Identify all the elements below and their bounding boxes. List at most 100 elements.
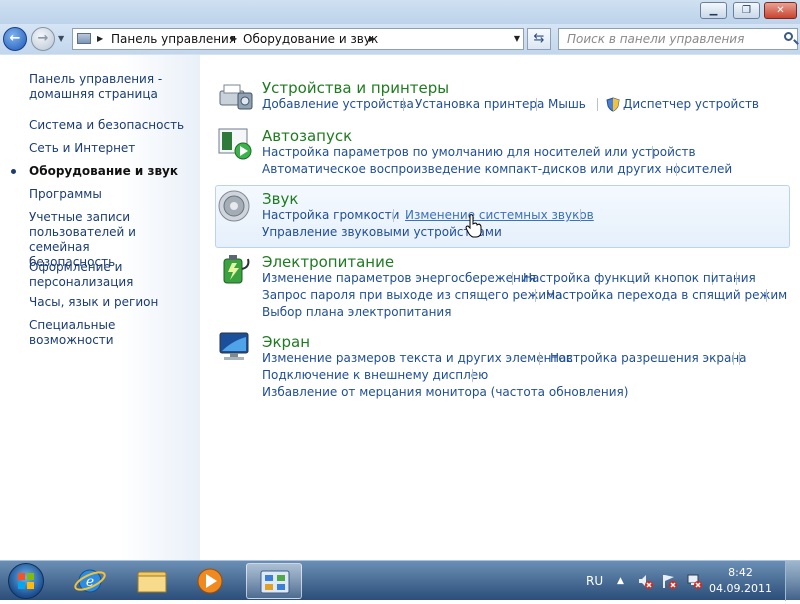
search-placeholder: Поиск в панели управления <box>567 32 745 46</box>
restore-icon: ❐ <box>742 5 751 16</box>
link-install-printer[interactable]: Установка принтера <box>415 97 544 112</box>
sidebar-item-label: пользователей и семейная <box>29 225 136 254</box>
divider <box>393 209 394 222</box>
taskbar-control-panel[interactable] <box>246 563 302 599</box>
taskbar-media-player[interactable] <box>186 563 234 599</box>
divider <box>403 98 404 111</box>
address-bar[interactable]: ▶ Панель управления ▶ Оборудование и зву… <box>72 28 524 50</box>
refresh-icon: ⇆ <box>533 31 545 46</box>
windows-logo-icon <box>18 573 34 589</box>
category-title-display[interactable]: Экран <box>262 333 310 351</box>
divider <box>512 272 513 285</box>
link-external-display[interactable]: Подключение к внешнему дисплею <box>262 368 488 383</box>
link-autoplay-cd[interactable]: Автоматическое воспроизведение компакт-д… <box>262 162 732 177</box>
link-add-device[interactable]: Добавление устройства <box>262 97 414 112</box>
history-dropdown-icon[interactable]: ▼ <box>58 34 64 43</box>
sidebar-item-label: Оформление и <box>29 260 123 274</box>
chevron-right-icon[interactable]: ▶ <box>369 29 375 49</box>
search-icon[interactable] <box>784 32 793 41</box>
divider <box>766 289 767 302</box>
divider <box>736 272 737 285</box>
hand-cursor-icon <box>465 214 482 238</box>
sidebar-item-clock-language[interactable]: Часы, язык и регион <box>29 295 158 310</box>
link-wakeup-password[interactable]: Запрос пароля при выходе из спящего режи… <box>262 288 563 303</box>
link-power-buttons[interactable]: Настройка функций кнопок питания <box>523 271 756 286</box>
control-panel-icon <box>260 570 290 594</box>
link-mouse[interactable]: Мышь <box>548 97 586 112</box>
folder-icon <box>137 571 167 593</box>
speaker-icon <box>218 190 250 222</box>
sidebar-item-label: домашняя страница <box>29 87 158 101</box>
active-bullet-icon <box>11 169 16 174</box>
volume-muted-icon[interactable] <box>637 573 653 589</box>
autoplay-icon <box>218 128 252 160</box>
sidebar-item-appearance[interactable]: Оформление и персонализация <box>29 260 133 290</box>
minimize-button[interactable]: ▁ <box>700 2 727 19</box>
show-desktop-button[interactable] <box>785 561 800 601</box>
sidebar-item-accessibility[interactable]: Специальные возможности <box>29 318 200 348</box>
start-button[interactable] <box>8 563 44 599</box>
control-panel-icon <box>77 33 91 44</box>
link-refresh-rate[interactable]: Избавление от мерцания монитора (частота… <box>262 385 628 400</box>
category-title-power[interactable]: Электропитание <box>262 253 394 271</box>
action-center-flag-icon[interactable] <box>661 573 677 589</box>
link-power-plan[interactable]: Выбор плана электропитания <box>262 305 451 320</box>
link-text-size[interactable]: Изменение размеров текста и других элеме… <box>262 351 573 366</box>
breadcrumb-control-panel[interactable]: Панель управления <box>111 29 236 49</box>
sidebar-item-label: Панель управления - <box>29 72 163 86</box>
chevron-right-icon[interactable]: ▶ <box>97 29 103 49</box>
close-button[interactable]: ✕ <box>764 2 797 19</box>
arrow-left-icon: ← <box>9 31 21 46</box>
link-sleep-settings[interactable]: Настройка перехода в спящий режим <box>546 288 787 303</box>
network-disconnected-icon[interactable] <box>686 573 702 589</box>
clock-date: 04.09.2011 <box>709 582 772 595</box>
link-change-system-sounds[interactable]: Изменение системных звуков <box>405 208 594 223</box>
address-dropdown-icon[interactable]: ▼ <box>514 29 520 49</box>
link-power-saving[interactable]: Изменение параметров энергосбережения <box>262 271 536 286</box>
taskbar-internet-explorer[interactable]: e <box>66 563 114 599</box>
show-hidden-icons-icon[interactable]: ▲ <box>617 561 624 601</box>
sidebar-item-programs[interactable]: Программы <box>29 187 102 202</box>
power-battery-icon <box>223 255 250 284</box>
sidebar-item-label: Учетные записи <box>29 210 131 224</box>
media-player-icon <box>197 568 223 594</box>
sidebar-item-hardware-sound[interactable]: Оборудование и звук <box>29 164 178 179</box>
sidebar-item-network[interactable]: Сеть и Интернет <box>29 141 135 156</box>
taskbar-explorer[interactable] <box>128 563 176 599</box>
arrow-right-icon: → <box>37 31 49 46</box>
shield-icon <box>606 97 620 112</box>
link-autoplay-defaults[interactable]: Настройка параметров по умолчанию для но… <box>262 145 696 160</box>
maximize-button[interactable]: ❐ <box>733 2 760 19</box>
divider <box>597 98 598 111</box>
language-indicator[interactable]: RU <box>586 561 603 601</box>
breadcrumb-hardware-sound[interactable]: Оборудование и звук <box>243 29 378 49</box>
category-title-sound[interactable]: Звук <box>262 190 298 208</box>
navigation-bar: ← → ▼ ▶ Панель управления ▶ Оборудование… <box>0 24 800 54</box>
clock-time: 8:42 <box>728 566 753 579</box>
sidebar-item-label: персонализация <box>29 275 134 289</box>
back-button[interactable]: ← <box>3 27 27 51</box>
divider <box>536 98 537 111</box>
category-title-devices[interactable]: Устройства и принтеры <box>262 79 449 97</box>
divider <box>539 352 540 365</box>
left-nav-pane: Панель управления - домашняя страница Си… <box>0 54 200 560</box>
link-screen-resolution[interactable]: Настройка разрешения экрана <box>550 351 747 366</box>
link-device-manager[interactable]: Диспетчер устройств <box>623 97 759 112</box>
refresh-button[interactable]: ⇆ <box>527 28 551 50</box>
clock[interactable]: 8:42 04.09.2011 <box>709 565 772 597</box>
chevron-right-icon[interactable]: ▶ <box>231 29 237 49</box>
close-icon: ✕ <box>776 5 785 16</box>
sidebar-item-security[interactable]: Система и безопасность <box>29 118 184 133</box>
taskbar: e RU ▲ 8:42 04.09.2011 <box>0 560 800 601</box>
category-title-autoplay[interactable]: Автозапуск <box>262 127 352 145</box>
window-titlebar: ▁ ❐ ✕ <box>0 0 800 24</box>
main-content: Устройства и принтеры Добавление устройс… <box>200 54 800 560</box>
minimize-icon: ▁ <box>709 5 718 16</box>
search-input[interactable]: Поиск в панели управления <box>558 28 798 50</box>
display-monitor-icon <box>219 332 249 360</box>
divider <box>676 163 677 176</box>
forward-button[interactable]: → <box>31 27 55 51</box>
sidebar-item-home[interactable]: Панель управления - домашняя страница <box>29 72 162 102</box>
link-adjust-volume[interactable]: Настройка громкости <box>262 208 399 223</box>
divider <box>472 369 473 382</box>
